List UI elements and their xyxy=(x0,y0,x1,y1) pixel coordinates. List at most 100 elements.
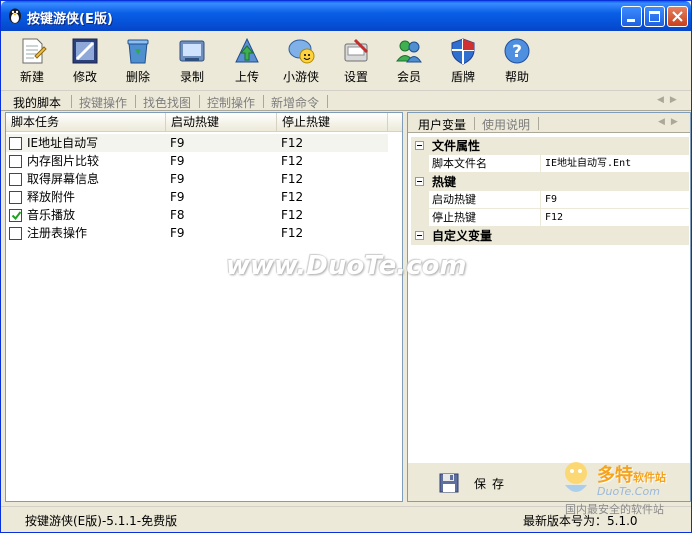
row-checkbox[interactable] xyxy=(9,137,22,150)
members-label: 会员 xyxy=(396,70,421,84)
tab-divider xyxy=(135,95,136,108)
save-label: 保存 xyxy=(474,477,511,491)
version-status: 按键游侠(E版)-5.1.1-免费版 xyxy=(25,514,178,528)
settings-button[interactable]: 设置 xyxy=(330,34,382,86)
table-row[interactable]: 注册表操作 F9 F12 xyxy=(6,224,388,242)
settings-label: 设置 xyxy=(343,70,368,84)
shield-label: 盾牌 xyxy=(450,70,475,84)
members-button[interactable]: 会员 xyxy=(383,34,435,86)
row-checkbox[interactable] xyxy=(9,155,22,168)
start-hotkey: F9 xyxy=(170,226,185,240)
shield-icon xyxy=(451,38,475,65)
main-toolbar: 新建 修改 删除 录制 上传 小游侠 设置 会员 盾牌 ? 帮助 xyxy=(1,31,691,89)
checkmark-icon xyxy=(11,211,22,221)
tab-my-scripts[interactable]: 我的脚本 xyxy=(13,94,61,111)
help-icon: ? xyxy=(504,38,530,64)
property-category-custom[interactable]: 自定义变量 xyxy=(411,227,689,245)
task-name: 内存图片比较 xyxy=(27,154,100,168)
shield-button[interactable]: 盾牌 xyxy=(437,34,489,86)
duote-watermark: www.DuoTe.com xyxy=(226,251,467,281)
tab-usage-notes[interactable]: 使用说明 xyxy=(482,116,530,133)
tab-scroll-arrows-icon[interactable]: ◀▶ xyxy=(657,95,683,105)
record-button[interactable]: 录制 xyxy=(166,34,218,86)
property-grid: 文件属性 脚本文件名 IE地址自动写.Ent 热键 启动热键 F9 停止热键 F… xyxy=(411,137,689,245)
xiaoyouxia-label: 小游侠 xyxy=(282,70,319,84)
edit-label: 修改 xyxy=(72,70,97,84)
stop-hotkey: F12 xyxy=(281,208,304,222)
table-row[interactable]: 音乐播放 F8 F12 xyxy=(6,206,388,224)
property-name: 脚本文件名 xyxy=(429,155,541,173)
property-row-stop-hotkey[interactable]: 停止热键 F12 xyxy=(411,209,689,227)
col-start-hotkey[interactable]: 启动热键 xyxy=(166,113,277,132)
duote-logo-watermark: 多特软件站 DuoTe.Com 国内最安全的软件站 xyxy=(557,457,691,519)
collapse-icon[interactable] xyxy=(415,141,424,150)
grid-gutter xyxy=(411,191,429,209)
help-button[interactable]: ? 帮助 xyxy=(491,34,543,86)
tab-scroll-arrows-icon[interactable]: ◀▶ xyxy=(658,117,684,127)
start-hotkey: F9 xyxy=(170,190,185,204)
tab-divider xyxy=(327,95,328,108)
settings-icon xyxy=(344,38,369,62)
script-list-panel: 脚本任务 启动热键 停止热键 IE地址自动写 F9 F12 内存图片比较 F9 … xyxy=(5,112,403,502)
property-category-hotkey[interactable]: 热键 xyxy=(411,173,689,191)
property-row-start-hotkey[interactable]: 启动热键 F9 xyxy=(411,191,689,209)
table-row[interactable]: 释放附件 F9 F12 xyxy=(6,188,388,206)
table-row[interactable]: 取得屏幕信息 F9 F12 xyxy=(6,170,388,188)
upload-icon xyxy=(235,37,259,63)
tab-control-operations[interactable]: 控制操作 xyxy=(207,94,255,111)
xiaoyouxia-button[interactable]: 小游侠 xyxy=(275,34,327,86)
property-name: 停止热键 xyxy=(429,209,541,227)
close-button[interactable] xyxy=(667,6,688,27)
edit-button[interactable]: 修改 xyxy=(59,34,111,86)
new-document-icon xyxy=(22,38,47,64)
property-name: 启动热键 xyxy=(429,191,541,209)
property-row-script-file[interactable]: 脚本文件名 IE地址自动写.Ent xyxy=(411,155,689,173)
property-category-file[interactable]: 文件属性 xyxy=(411,137,689,155)
tab-new-commands[interactable]: 新增命令 xyxy=(271,94,319,111)
grid-gutter xyxy=(411,137,429,155)
stop-hotkey: F12 xyxy=(281,172,304,186)
category-label: 自定义变量 xyxy=(429,227,689,245)
property-value[interactable]: F9 xyxy=(542,191,689,209)
property-value[interactable]: F12 xyxy=(542,209,689,227)
tab-find-color-image[interactable]: 找色找图 xyxy=(143,94,191,111)
row-checkbox[interactable] xyxy=(9,227,22,240)
collapse-icon[interactable] xyxy=(415,231,424,240)
start-hotkey: F9 xyxy=(170,136,185,150)
grid-gutter xyxy=(411,155,429,173)
delete-label: 删除 xyxy=(125,70,150,84)
property-value[interactable]: IE地址自动写.Ent xyxy=(542,155,689,173)
col-task[interactable]: 脚本任务 xyxy=(6,113,166,132)
title-bar[interactable]: 按键游侠(E版) xyxy=(1,1,691,31)
save-button[interactable]: 保存 xyxy=(436,471,516,495)
tab-divider xyxy=(71,95,72,108)
row-checkbox[interactable] xyxy=(9,191,22,204)
stop-hotkey: F12 xyxy=(281,154,304,168)
grid-gutter xyxy=(411,209,429,227)
logo-text-main: 多特软件站 xyxy=(597,461,666,487)
close-icon xyxy=(672,11,683,22)
col-stop-hotkey[interactable]: 停止热键 xyxy=(277,113,388,132)
maximize-button[interactable] xyxy=(644,6,665,27)
logo-text-domain: DuoTe.Com xyxy=(597,485,660,498)
minimize-button[interactable] xyxy=(621,6,642,27)
start-hotkey: F9 xyxy=(170,172,185,186)
start-hotkey: F8 xyxy=(170,208,185,222)
stop-hotkey: F12 xyxy=(281,190,304,204)
task-name: IE地址自动写 xyxy=(27,136,99,150)
table-row[interactable]: 内存图片比较 F9 F12 xyxy=(6,152,388,170)
tab-key-operations[interactable]: 按键操作 xyxy=(79,94,127,111)
new-button[interactable]: 新建 xyxy=(6,34,58,86)
logo-text-slogan: 国内最安全的软件站 xyxy=(565,503,664,516)
logo-brand: 多特 xyxy=(597,465,633,486)
stop-hotkey: F12 xyxy=(281,226,304,240)
collapse-icon[interactable] xyxy=(415,177,424,186)
task-name: 释放附件 xyxy=(27,190,76,204)
delete-button[interactable]: 删除 xyxy=(112,34,164,86)
row-checkbox[interactable] xyxy=(9,173,22,186)
tab-user-variables[interactable]: 用户变量 xyxy=(418,116,466,133)
table-row[interactable]: IE地址自动写 F9 F12 xyxy=(6,134,388,152)
duote-logo-icon xyxy=(565,462,587,492)
upload-button[interactable]: 上传 xyxy=(221,34,273,86)
row-checkbox[interactable] xyxy=(9,209,22,222)
